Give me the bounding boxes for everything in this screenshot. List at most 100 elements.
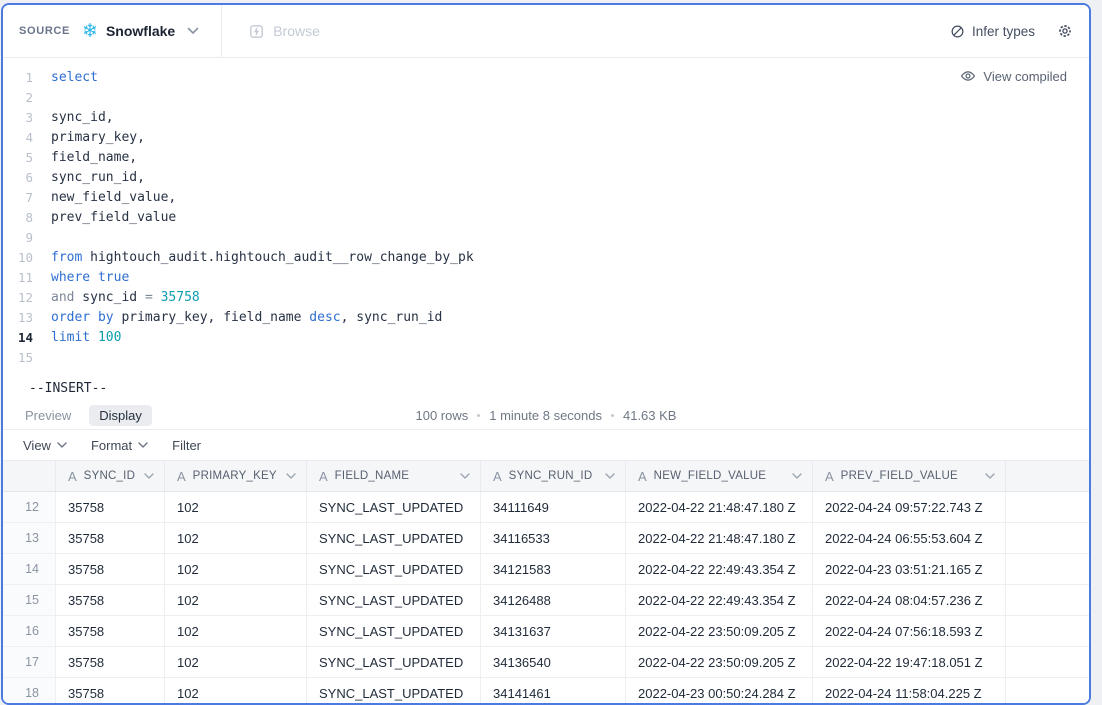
cell-prev_field_value: 2022-04-24 11:58:04.225 Z: [813, 678, 1006, 703]
code-line[interactable]: 15: [3, 348, 1089, 368]
row-count: 100 rows: [416, 408, 469, 423]
line-number: 5: [3, 148, 33, 168]
database-bolt-icon: [248, 23, 265, 40]
code-text: [33, 228, 51, 248]
cell-sync_id: 35758: [56, 523, 165, 553]
cell-field_name: SYNC_LAST_UPDATED: [307, 616, 481, 646]
column-header-prev_field_value[interactable]: A PREV_FIELD_VALUE: [813, 461, 1006, 491]
code-line[interactable]: 2: [3, 88, 1089, 108]
cell-new_field_value: 2022-04-22 21:48:47.180 Z: [626, 523, 813, 553]
results-toolbar: View Format Filter: [3, 430, 1089, 461]
row-number: 14: [3, 554, 56, 584]
code-line[interactable]: 7new_field_value,: [3, 188, 1089, 208]
table-row[interactable]: 1835758102SYNC_LAST_UPDATED341414612022-…: [3, 678, 1089, 703]
row-number: 18: [3, 678, 56, 703]
line-number: 13: [3, 308, 33, 328]
cell-prev_field_value: 2022-04-22 19:47:18.051 Z: [813, 647, 1006, 677]
chevron-down-icon: [278, 473, 296, 479]
filter-button[interactable]: Filter: [172, 438, 201, 453]
filler-cell: [1006, 585, 1089, 615]
code-line[interactable]: 4primary_key,: [3, 128, 1089, 148]
line-number: 7: [3, 188, 33, 208]
column-header-sync_id[interactable]: ASYNC_ID: [56, 461, 165, 491]
code-line[interactable]: 14limit 100: [3, 328, 1089, 348]
column-name: SYNC_RUN_ID: [509, 470, 593, 482]
infer-types-button[interactable]: Infer types: [944, 23, 1041, 40]
format-menu-button[interactable]: Format: [91, 438, 148, 453]
filler-cell: [1006, 554, 1089, 584]
code-line[interactable]: 12and sync_id = 35758: [3, 288, 1089, 308]
line-number: 8: [3, 208, 33, 228]
table-row[interactable]: 1335758102SYNC_LAST_UPDATED341165332022-…: [3, 523, 1089, 554]
browse-label: Browse: [273, 23, 320, 39]
filter-label: Filter: [172, 438, 201, 453]
code-text: select: [33, 68, 98, 88]
code-text: from hightouch_audit.hightouch_audit__ro…: [33, 248, 474, 268]
code-line[interactable]: 10from hightouch_audit.hightouch_audit__…: [3, 248, 1089, 268]
table-row[interactable]: 1435758102SYNC_LAST_UPDATED341215832022-…: [3, 554, 1089, 585]
circle-slash-icon: [950, 24, 965, 39]
column-name: PREV_FIELD_VALUE: [841, 470, 958, 482]
code-line[interactable]: 6sync_run_id,: [3, 168, 1089, 188]
line-number: 2: [3, 88, 33, 108]
browse-button[interactable]: Browse: [242, 22, 326, 41]
sql-editor[interactable]: View compiled 1select23sync_id,4primary_…: [3, 58, 1089, 401]
code-text: primary_key,: [33, 128, 145, 148]
code-text: new_field_value,: [33, 188, 176, 208]
row-number: 17: [3, 647, 56, 677]
cell-new_field_value: 2022-04-22 22:49:43.354 Z: [626, 585, 813, 615]
line-number: 1: [3, 68, 33, 88]
cell-field_name: SYNC_LAST_UPDATED: [307, 492, 481, 522]
chevron-down-icon: [138, 442, 148, 448]
column-type-text-icon: A: [493, 469, 502, 484]
query-status: 100 rows 1 minute 8 seconds 41.63 KB: [3, 408, 1089, 423]
cell-sync_run_id: 34116533: [481, 523, 626, 553]
query-duration: 1 minute 8 seconds: [489, 408, 602, 423]
cell-primary_key: 102: [165, 616, 307, 646]
cell-sync_id: 35758: [56, 554, 165, 584]
cell-sync_run_id: 34131637: [481, 616, 626, 646]
cell-sync_run_id: 34141461: [481, 678, 626, 703]
row-number: 12: [3, 492, 56, 522]
filler-cell: [1006, 523, 1089, 553]
table-header: ASYNC_IDAPRIMARY_KEYAFIELD_NAMEASYNC_RUN…: [3, 461, 1089, 492]
table-row[interactable]: 1235758102SYNC_LAST_UPDATED341116492022-…: [3, 492, 1089, 523]
table-row[interactable]: 1735758102SYNC_LAST_UPDATED341365402022-…: [3, 647, 1089, 678]
code-line[interactable]: 11where true: [3, 268, 1089, 288]
code-line[interactable]: 1select: [3, 68, 1089, 88]
line-number: 12: [3, 288, 33, 308]
column-header-primary_key[interactable]: APRIMARY_KEY: [165, 461, 307, 491]
view-menu-label: View: [23, 438, 51, 453]
cell-sync_id: 35758: [56, 492, 165, 522]
column-header-sync_run_id[interactable]: A SYNC_RUN_ID: [481, 461, 626, 491]
code-line[interactable]: 3sync_id,: [3, 108, 1089, 128]
code-text: order by primary_key, field_name desc, s…: [33, 308, 442, 328]
column-header-field_name[interactable]: AFIELD_NAME: [307, 461, 481, 491]
code-line[interactable]: 5field_name,: [3, 148, 1089, 168]
column-name: FIELD_NAME: [335, 470, 410, 482]
column-type-text-icon: A: [825, 469, 834, 484]
table-row[interactable]: 1635758102SYNC_LAST_UPDATED341316372022-…: [3, 616, 1089, 647]
cell-primary_key: 102: [165, 585, 307, 615]
code-line[interactable]: 13order by primary_key, field_name desc,…: [3, 308, 1089, 328]
filler-column-header: [1006, 461, 1089, 491]
row-number: 16: [3, 616, 56, 646]
tab-preview[interactable]: Preview: [15, 405, 81, 426]
source-label: SOURCE: [19, 25, 70, 37]
code-line[interactable]: 9: [3, 228, 1089, 248]
view-compiled-button[interactable]: View compiled: [954, 67, 1073, 85]
code-line[interactable]: 8prev_field_value: [3, 208, 1089, 228]
chevron-down-icon: [784, 473, 802, 479]
column-type-text-icon: A: [68, 469, 77, 484]
vim-mode-indicator: --INSERT--: [3, 368, 1089, 401]
cell-prev_field_value: 2022-04-23 03:51:21.165 Z: [813, 554, 1006, 584]
cell-field_name: SYNC_LAST_UPDATED: [307, 678, 481, 703]
settings-gear-button[interactable]: [1057, 23, 1073, 39]
view-menu-button[interactable]: View: [23, 438, 67, 453]
source-selector-dropdown[interactable]: ❄ Snowflake: [82, 22, 199, 41]
tab-display[interactable]: Display: [89, 405, 152, 426]
cell-primary_key: 102: [165, 523, 307, 553]
column-header-new_field_value[interactable]: ANEW_FIELD_VALUE: [626, 461, 813, 491]
table-row[interactable]: 1535758102SYNC_LAST_UPDATED341264882022-…: [3, 585, 1089, 616]
chevron-down-icon: [57, 442, 67, 448]
